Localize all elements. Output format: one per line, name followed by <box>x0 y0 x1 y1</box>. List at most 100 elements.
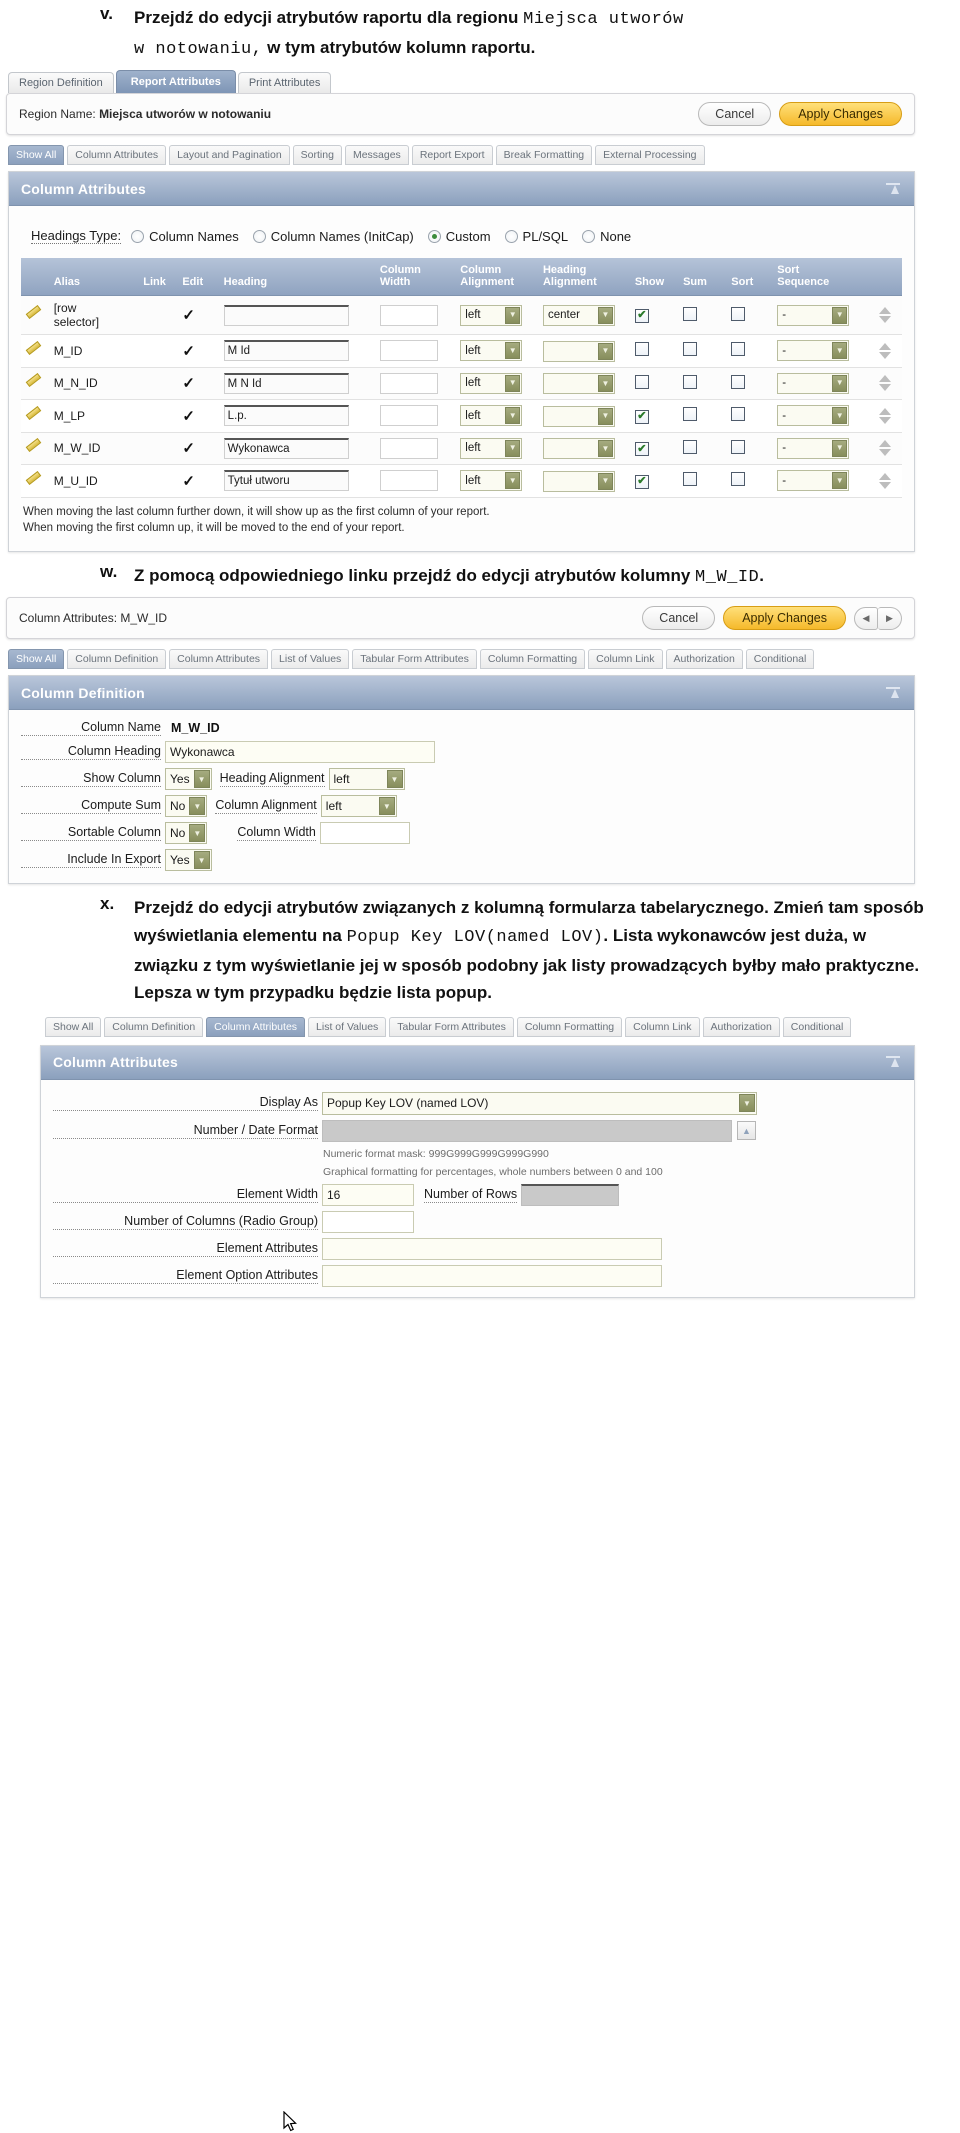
row-sort-checkbox[interactable] <box>731 439 746 454</box>
row-sort-sequence-select[interactable]: - ▼ <box>777 405 850 427</box>
sub-tab-column-link[interactable]: Column Link <box>588 649 663 670</box>
row-heading-input[interactable]: L.p. <box>223 405 349 427</box>
row-column-alignment-select[interactable]: left ▼ <box>460 340 523 362</box>
row-sort-sequence-select[interactable]: - ▼ <box>777 437 850 459</box>
sub-tab-column-attributes[interactable]: Column Attributes <box>169 649 269 670</box>
sub-tab-conditional[interactable]: Conditional <box>745 649 815 670</box>
reorder-arrows[interactable] <box>871 307 898 324</box>
row-heading-alignment-select[interactable]: ▼ <box>542 373 615 395</box>
row-show-checkbox[interactable]: ✔ <box>634 308 649 323</box>
row-show-checkbox[interactable] <box>634 374 649 389</box>
sub-tab-show-all[interactable]: Show All <box>8 145 65 166</box>
number-of-rows-input[interactable] <box>521 1183 620 1206</box>
cancel-button-2[interactable]: Cancel <box>642 606 716 631</box>
row-edit-cell[interactable] <box>21 334 50 368</box>
row-column-width-input[interactable] <box>379 372 438 394</box>
row-edit-cell[interactable] <box>21 399 50 433</box>
row-heading-input[interactable]: Wykonawca <box>223 437 349 459</box>
row-column-alignment-select[interactable]: left ▼ <box>460 304 523 326</box>
reorder-arrows[interactable] <box>871 375 898 392</box>
row-column-width-input[interactable] <box>379 340 438 362</box>
sub-tab-column-formatting[interactable]: Column Formatting <box>479 649 586 670</box>
region-tab-print-attributes[interactable]: Print Attributes <box>237 72 332 94</box>
sub-tab-lov-list-of-values[interactable]: List of Values <box>308 1016 387 1037</box>
row-heading-alignment-select[interactable]: ▼ <box>542 470 615 492</box>
arrow-up-icon[interactable] <box>878 472 891 480</box>
row-sort-sequence-select[interactable]: - ▼ <box>777 304 850 326</box>
row-sort-sequence-select[interactable]: - ▼ <box>777 340 850 362</box>
sub-tab-column-attributes[interactable]: Column Attributes <box>67 145 167 166</box>
radio-custom[interactable]: Custom <box>427 229 491 244</box>
arrow-up-icon[interactable] <box>878 375 891 383</box>
row-heading-input[interactable]: M Id <box>223 340 349 362</box>
show-column-select[interactable]: Yes ▼ <box>165 768 212 791</box>
next-arrow-icon[interactable]: ▶ <box>878 606 902 630</box>
compute-sum-select[interactable]: No ▼ <box>165 795 208 818</box>
sub-tab-break-formatting[interactable]: Break Formatting <box>495 145 593 166</box>
row-edit-cell[interactable] <box>21 295 50 336</box>
arrow-up-icon[interactable] <box>878 342 891 350</box>
row-sort-checkbox[interactable] <box>731 374 746 389</box>
arrow-up-icon[interactable] <box>878 407 891 415</box>
collapse-icon[interactable] <box>884 180 902 198</box>
sub-tab-lov-tabular-form-attributes[interactable]: Tabular Form Attributes <box>389 1016 514 1037</box>
sub-tab-lov-show-all[interactable]: Show All <box>45 1016 102 1037</box>
display-as-select[interactable]: Popup Key LOV (named LOV) ▼ <box>322 1091 757 1115</box>
collapse-icon[interactable] <box>884 684 902 702</box>
heading-alignment-select[interactable]: left ▼ <box>328 768 405 791</box>
region-tab-region-definition[interactable]: Region Definition <box>8 72 114 94</box>
row-edit-cell[interactable] <box>21 367 50 401</box>
row-edit-cell[interactable] <box>21 464 50 498</box>
row-sort-sequence-select[interactable]: - ▼ <box>777 372 850 394</box>
row-sum-checkbox[interactable] <box>683 439 698 454</box>
radio-column-names-initcap[interactable]: Column Names (InitCap) <box>252 229 414 244</box>
radio-plsql[interactable]: PL/SQL <box>504 229 568 244</box>
row-edit-cell[interactable] <box>21 432 50 466</box>
sub-tab-external-processing[interactable]: External Processing <box>595 145 705 166</box>
radio-none[interactable]: None <box>582 229 631 244</box>
pencil-icon[interactable] <box>25 439 42 454</box>
sub-tab-sorting[interactable]: Sorting <box>292 145 342 166</box>
sub-tab-lov-conditional[interactable]: Conditional <box>782 1016 852 1037</box>
radio-column-names[interactable]: Column Names <box>131 229 239 244</box>
row-sum-checkbox[interactable] <box>683 342 698 357</box>
row-heading-input[interactable]: Tytuł utworu <box>223 470 349 492</box>
reorder-arrows[interactable] <box>871 472 898 489</box>
pencil-icon[interactable] <box>25 407 42 422</box>
row-heading-input[interactable] <box>223 304 349 326</box>
row-sort-checkbox[interactable] <box>731 306 746 321</box>
pencil-icon[interactable] <box>25 374 42 389</box>
element-attributes-input[interactable] <box>322 1237 662 1260</box>
row-show-checkbox[interactable]: ✔ <box>634 474 649 489</box>
arrow-down-icon[interactable] <box>878 449 891 457</box>
row-sort-checkbox[interactable] <box>731 342 746 357</box>
popup-lov-icon[interactable]: ▲ <box>737 1121 756 1141</box>
row-show-checkbox[interactable] <box>634 342 649 357</box>
row-sum-checkbox[interactable] <box>683 306 698 321</box>
row-show-checkbox[interactable]: ✔ <box>634 409 649 424</box>
arrow-up-icon[interactable] <box>878 307 891 315</box>
sub-tab-tabular-form-attributes[interactable]: Tabular Form Attributes <box>352 649 477 670</box>
row-heading-input[interactable]: M N Id <box>223 372 349 394</box>
row-column-alignment-select[interactable]: left ▼ <box>460 470 523 492</box>
sub-tab-messages[interactable]: Messages <box>344 145 409 166</box>
previous-arrow-icon[interactable]: ◀ <box>854 606 878 630</box>
sub-tab-report-export[interactable]: Report Export <box>411 145 493 166</box>
row-column-width-input[interactable] <box>379 304 438 326</box>
include-in-export-select[interactable]: Yes ▼ <box>165 849 212 872</box>
apply-changes-button-1[interactable]: Apply Changes <box>779 102 902 127</box>
column-heading-input[interactable] <box>165 741 435 764</box>
row-heading-alignment-select[interactable]: ▼ <box>542 405 615 427</box>
arrow-down-icon[interactable] <box>878 384 891 392</box>
row-sort-sequence-select[interactable]: - ▼ <box>777 470 850 492</box>
sub-tab-show-all[interactable]: Show All <box>8 649 65 670</box>
number-date-format-input[interactable] <box>322 1119 732 1142</box>
row-show-checkbox[interactable]: ✔ <box>634 442 649 457</box>
sub-tab-lov-column-attributes[interactable]: Column Attributes <box>206 1016 306 1037</box>
element-width-input[interactable] <box>322 1183 414 1206</box>
reorder-arrows[interactable] <box>871 342 898 359</box>
cancel-button-1[interactable]: Cancel <box>698 102 772 127</box>
row-sum-checkbox[interactable] <box>683 472 698 487</box>
element-option-attributes-input[interactable] <box>322 1264 662 1287</box>
pencil-icon[interactable] <box>25 472 42 487</box>
